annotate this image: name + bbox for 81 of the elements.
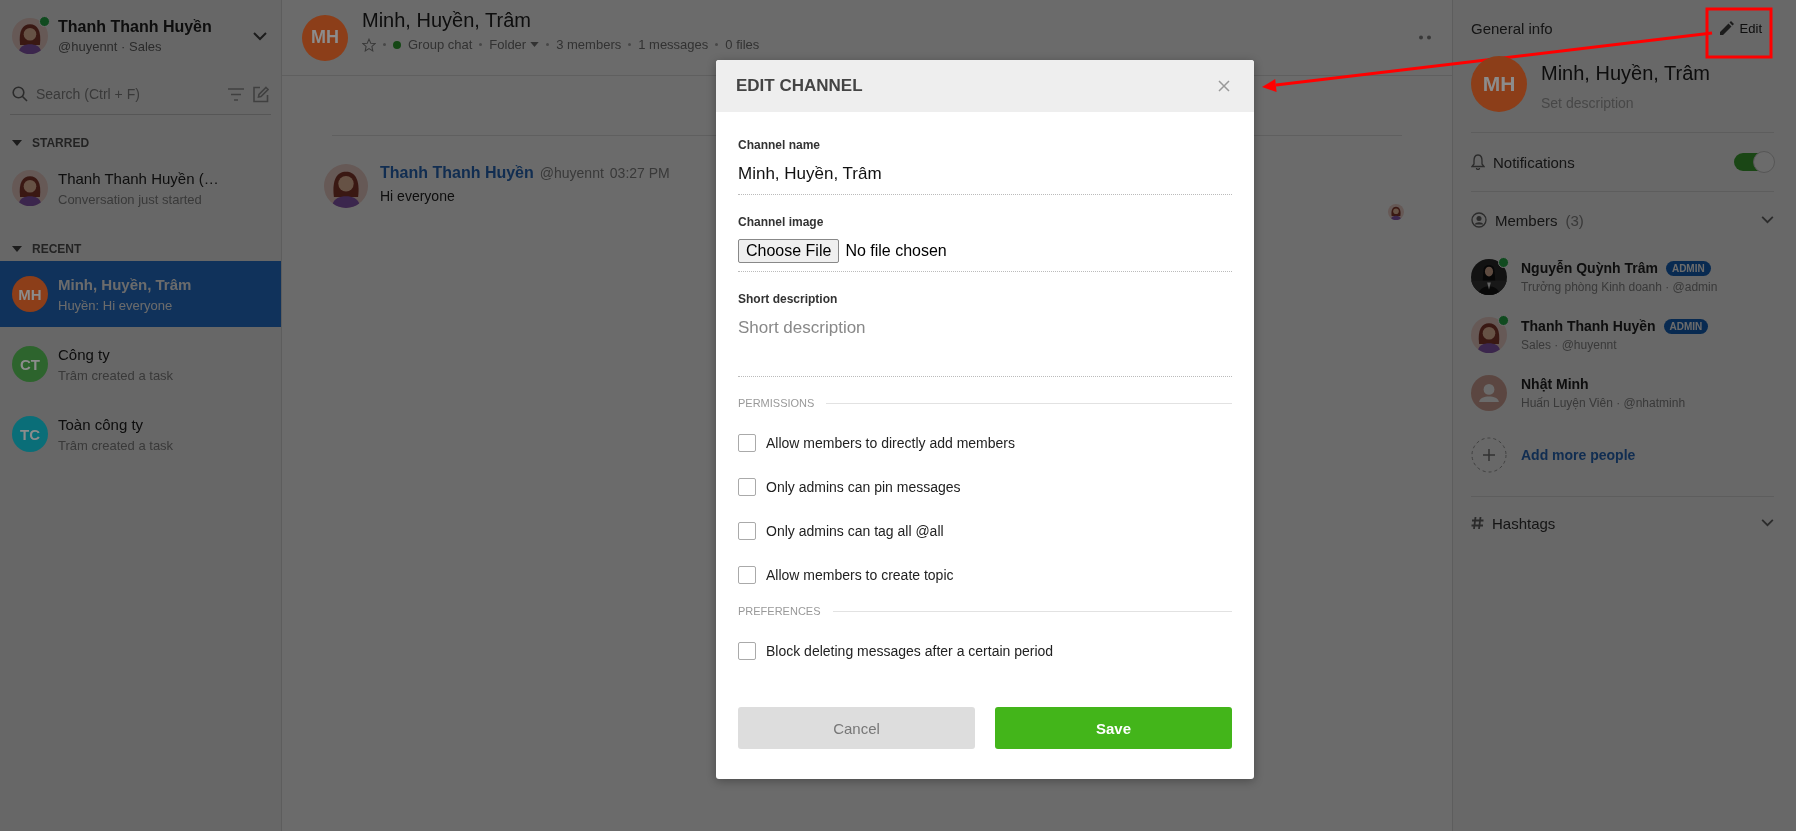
field-label: Short description [738,292,839,306]
channel-title: Minh, Huyền, Trâm [362,9,532,32]
checkbox[interactable] [738,522,756,540]
chevron-down-icon[interactable] [1761,519,1774,527]
role-badge: ADMIN [1663,318,1709,334]
conversation-title: Thanh Thanh Huyền (… [58,169,219,187]
field-label: Channel name [738,138,822,152]
checkbox[interactable] [738,478,756,496]
file-count: 0 files [725,37,760,52]
checkbox[interactable] [738,434,756,452]
more-icon[interactable] [1418,35,1432,40]
message-author[interactable]: Thanh Thanh Huyền [380,164,534,182]
caret-icon [530,42,540,47]
person-avatar [12,170,48,206]
section-heading: RECENT [32,242,82,256]
cancel-button[interactable]: Cancel [738,707,975,749]
member-name: Nguyễn Quỳnh Trâm [1521,260,1658,276]
search-icon [12,86,28,102]
section-heading: PREFERENCES [738,605,821,617]
folder-dropdown[interactable]: Folder [489,37,540,52]
conversation-title: Minh, Huyền, Trâm [58,275,192,293]
highlight-frame [1705,7,1773,59]
notifications-toggle[interactable] [1734,153,1774,171]
edit-button[interactable]: Edit [1709,14,1772,42]
panel-title: General info [1471,19,1553,37]
channel-avatar: CT [12,346,48,382]
channel-avatar: MH [302,14,348,61]
dialog-title: EDIT CHANNEL [736,76,863,96]
conversation-item[interactable]: MH Minh, Huyền, Trâm Huyền: Hi everyone [0,261,281,327]
star-icon[interactable] [362,37,376,52]
user-handle: @huyennt · Sales [58,39,163,54]
option-label: Only admins can tag all @all [766,523,944,539]
members-label: Members [1495,211,1558,229]
choose-file-button[interactable]: Choose File [738,239,840,263]
field-label: Channel image [738,215,825,229]
section-heading: PERMISSIONS [738,397,815,409]
conversation-title: Công ty [58,345,111,363]
user-circle-icon [1471,212,1487,228]
bell-icon [1471,154,1485,170]
checkbox[interactable] [738,566,756,584]
option-label: Block deleting messages after a certain period [766,643,1054,659]
description-field[interactable]: Short description [738,316,1232,377]
caret-icon[interactable] [12,140,22,146]
add-people-link[interactable]: Add more people [1521,447,1636,463]
caret-icon[interactable] [12,246,22,252]
member-count: 3 members [556,37,622,52]
checkbox[interactable] [738,642,756,660]
user-avatar-icon [1471,375,1507,411]
section-heading: STARRED [32,136,90,150]
save-button[interactable]: Save [995,707,1232,749]
person-avatar [324,164,368,208]
role-badge: ADMIN [1665,260,1711,276]
message-text: Hi everyone [380,188,456,204]
member-name: Thanh Thanh Huyền [1521,318,1656,334]
channel-name-field[interactable]: Minh, Huyền, Trâm [738,162,1232,195]
option-label: Allow members to directly add members [766,435,1015,451]
pencil-icon [1719,21,1734,35]
person-avatar [1471,317,1507,353]
channel-avatar: MH [1471,56,1527,112]
hashtags-label: Hashtags [1492,514,1557,532]
user-name: Thanh Thanh Huyền [58,18,213,36]
channel-avatar: TC [12,416,48,452]
message-count: 1 messages [638,37,709,52]
option-label: Allow members to create topic [766,567,954,583]
chevron-down-icon[interactable] [253,31,267,41]
read-receipt-avatar [1388,204,1404,220]
channel-name: Minh, Huyền, Trâm [1541,62,1710,85]
conversation-title: Toàn công ty [58,415,145,433]
notifications-label: Notifications [1493,153,1576,171]
compose-icon[interactable] [252,85,269,103]
hash-icon [1471,516,1484,530]
channel-avatar: MH [12,276,48,312]
add-person-icon[interactable] [1471,437,1507,473]
member-name: Nhật Minh [1521,376,1589,392]
channel-type: Group chat [408,37,473,52]
conversation-preview: Huyền: Hi everyone [58,297,174,313]
filter-icon[interactable] [228,87,244,101]
person-avatar [12,18,48,54]
option-label: Only admins can pin messages [766,479,961,495]
file-status: No file chosen [845,242,947,260]
chevron-down-icon[interactable] [1761,216,1774,224]
